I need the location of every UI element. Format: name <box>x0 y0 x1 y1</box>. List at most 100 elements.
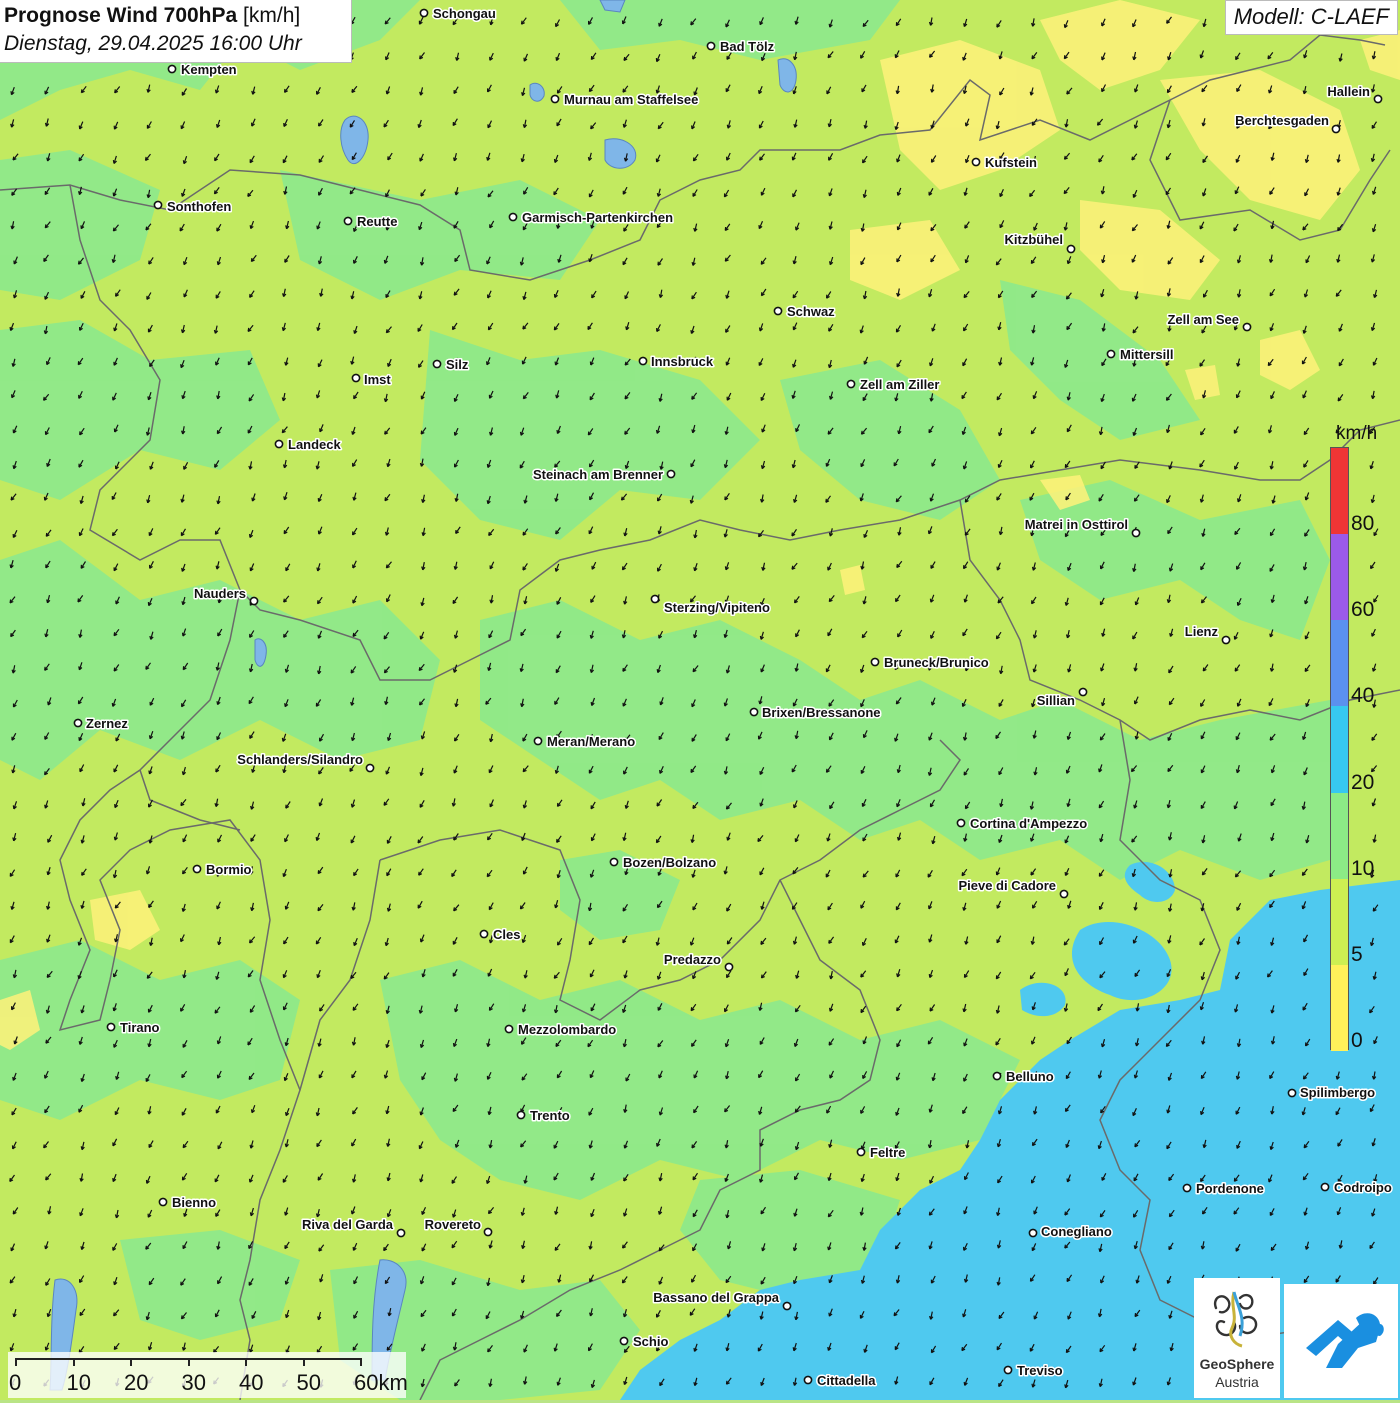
city-marker: Pordenone <box>1182 1180 1265 1198</box>
title-box: Prognose Wind 700hPa [km/h] Dienstag, 29… <box>0 0 352 63</box>
city-dot <box>192 864 202 874</box>
city-dot <box>773 306 783 316</box>
geosphere-name: GeoSphere <box>1199 1356 1275 1372</box>
city-dot <box>1066 244 1076 254</box>
city-dot <box>153 200 163 210</box>
city-label: Hallein <box>1327 84 1370 99</box>
scale-bar-label: 0 <box>9 1370 22 1395</box>
city-label: Meran/Merano <box>547 734 635 749</box>
scale-bar-tick <box>245 1358 247 1366</box>
forecast-title: Prognose Wind 700hPa [km/h] <box>4 2 347 30</box>
app-logo-icon <box>1306 1313 1384 1368</box>
scale-bar-label: 40 <box>239 1370 264 1395</box>
city-label: Riva del Garda <box>302 1217 394 1232</box>
city-dot <box>432 359 442 369</box>
city-label: Garmisch-Partenkirchen <box>522 210 673 225</box>
geosphere-logo: GeoSphere Austria <box>1194 1278 1280 1398</box>
city-label: Bruneck/Brunico <box>884 655 989 670</box>
city-dot <box>158 1197 168 1207</box>
city-label: Predazzo <box>664 952 721 967</box>
scale-bar-label: 20 <box>124 1370 149 1395</box>
legend-segment <box>1331 792 1348 879</box>
city-label: Mezzolombardo <box>518 1022 616 1037</box>
city-dot <box>274 439 284 449</box>
city-label: Rovereto <box>425 1217 481 1232</box>
city-label: Pordenone <box>1196 1181 1264 1196</box>
city-label: Nauders <box>194 586 246 601</box>
city-dot <box>638 356 648 366</box>
city-dot <box>870 657 880 667</box>
legend-segment <box>1331 620 1348 707</box>
scale-bar-label: 30 <box>181 1370 206 1395</box>
city-label: Feltre <box>870 1145 905 1160</box>
city-dot <box>396 1228 406 1238</box>
city-dot <box>1003 1365 1013 1375</box>
city-marker: Meran/Merano <box>533 733 637 751</box>
scale-bar-label: 50 <box>296 1370 321 1395</box>
city-dot <box>724 962 734 972</box>
scale-bar-tick <box>360 1358 362 1366</box>
model-label: Modell: C-LAEF <box>1224 0 1398 35</box>
city-dot <box>343 216 353 226</box>
scale-bar-tick <box>302 1358 305 1366</box>
scale-bar-tick <box>130 1358 132 1366</box>
forecast-title-main: Prognose Wind 700hPa <box>4 4 238 27</box>
city-label: Sillian <box>1037 693 1075 708</box>
city-label: Bormio <box>206 862 252 877</box>
city-marker: Cortina d'Ampezzo <box>956 815 1089 833</box>
city-label: Cortina d'Ampezzo <box>970 816 1087 831</box>
legend-tick-label: 40 <box>1351 684 1375 708</box>
city-dot <box>106 1022 116 1032</box>
city-label: Bassano del Grappa <box>653 1290 779 1305</box>
city-dot <box>992 1071 1002 1081</box>
city-label: Reutte <box>357 214 397 229</box>
city-dot <box>504 1024 514 1034</box>
legend-tick-label: 60 <box>1351 598 1375 622</box>
city-label: Schio <box>633 1334 668 1349</box>
city-dot <box>609 857 619 867</box>
city-label: Sonthofen <box>167 199 231 214</box>
wind-map: Schongau Bad Tölz Kempten Murnau am Staffel… <box>0 0 1400 1400</box>
legend-segment <box>1331 878 1348 965</box>
city-label: Spilimbergo <box>1300 1085 1375 1100</box>
city-marker: Bozen/Bolzano <box>609 854 718 872</box>
forecast-title-unit: [km/h] <box>243 4 301 27</box>
city-label: Silz <box>446 357 469 372</box>
city-dot <box>479 929 489 939</box>
city-dot <box>619 1336 629 1346</box>
city-dot <box>782 1301 792 1311</box>
city-label: Matrei in Osttirol <box>1025 517 1128 532</box>
geosphere-logo-icon <box>1213 1291 1258 1348</box>
legend-colorbar <box>1330 447 1349 1051</box>
city-dot <box>706 41 716 51</box>
city-dot <box>956 818 966 828</box>
city-dot <box>1078 687 1088 697</box>
city-dot <box>533 736 543 746</box>
city-marker: Spilimbergo <box>1287 1084 1377 1102</box>
city-label: Kempten <box>181 62 237 77</box>
city-label: Pieve di Cadore <box>958 878 1056 893</box>
scale-bar: 0 10 20 30 40 50 60km <box>8 1352 408 1398</box>
city-dot <box>1242 322 1252 332</box>
city-label: Innsbruck <box>651 354 714 369</box>
city-dot <box>550 94 560 104</box>
city-label: Imst <box>364 372 391 387</box>
city-dot <box>419 8 429 18</box>
scale-bar-tick <box>187 1358 190 1366</box>
city-label: Bienno <box>172 1195 216 1210</box>
legend-segment <box>1331 448 1348 535</box>
city-dot <box>1287 1088 1297 1098</box>
scale-bar-label: 10 <box>66 1370 91 1395</box>
city-label: Zell am See <box>1167 312 1239 327</box>
city-label: Belluno <box>1006 1069 1054 1084</box>
city-dot <box>1059 889 1069 899</box>
city-dot <box>650 594 660 604</box>
geosphere-sub: Austria <box>1215 1374 1259 1390</box>
city-label: Berchtesgaden <box>1235 113 1329 128</box>
city-dot <box>1182 1183 1192 1193</box>
city-dot <box>1131 528 1141 538</box>
city-dot <box>73 718 83 728</box>
city-dot <box>483 1227 493 1237</box>
city-dot <box>167 64 177 74</box>
legend-tick-label: 20 <box>1351 770 1375 794</box>
